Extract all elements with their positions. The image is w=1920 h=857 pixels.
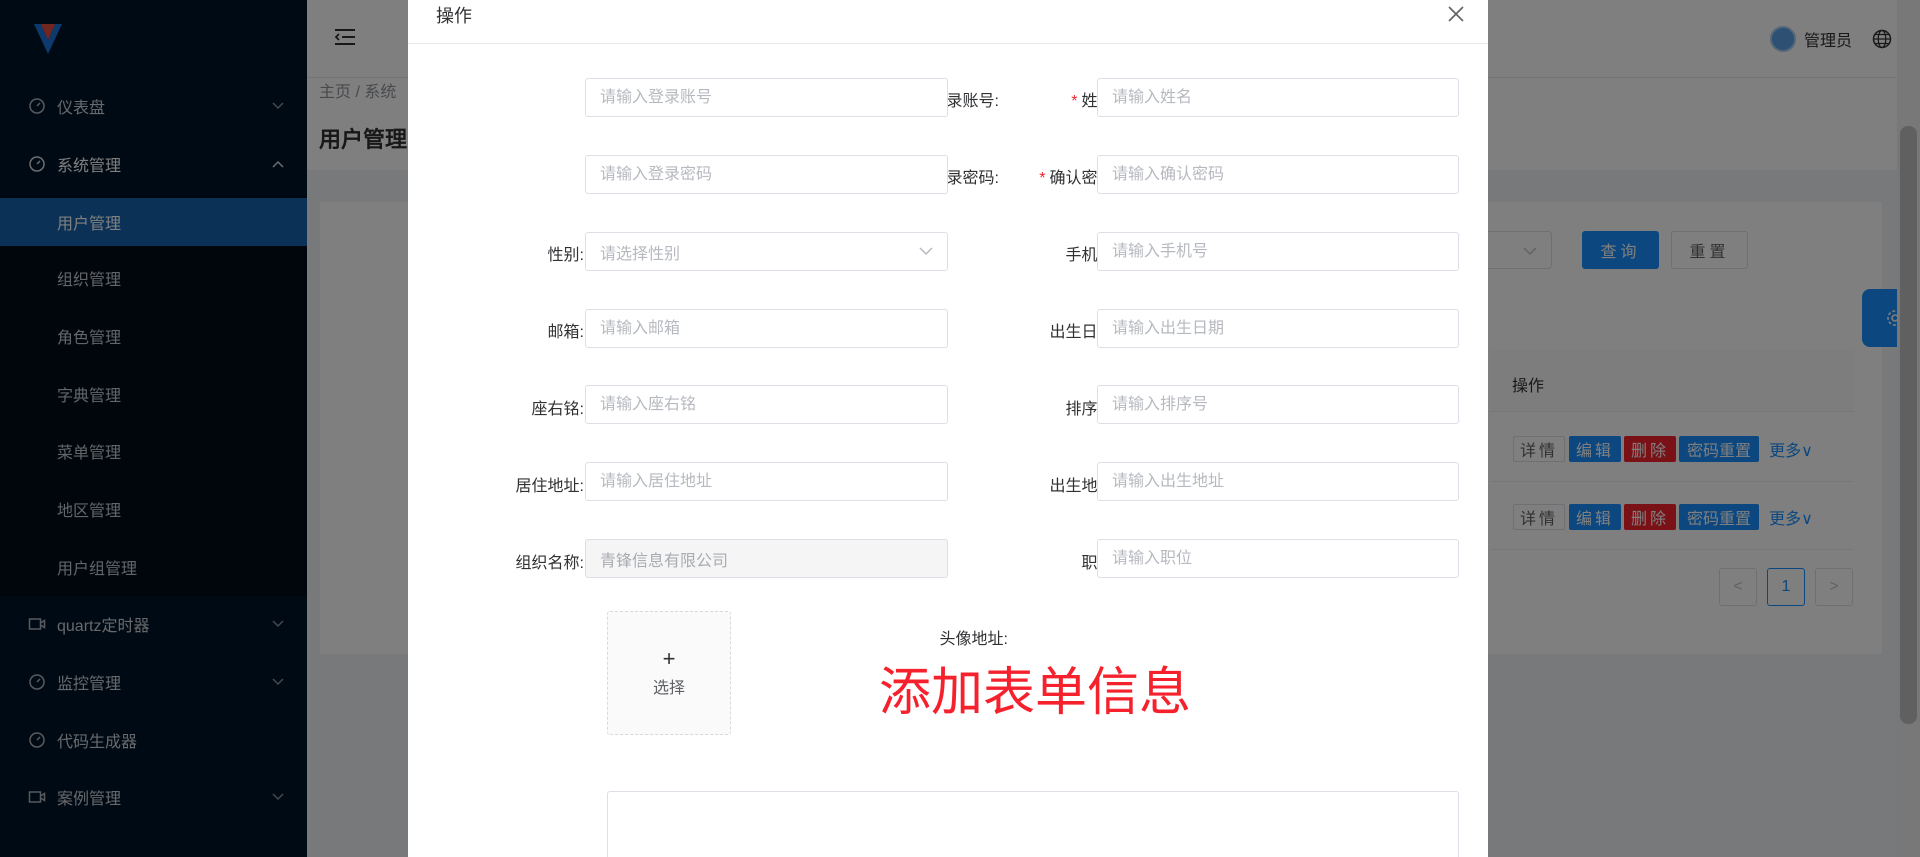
avatar-label: 头像地址: xyxy=(939,631,1008,648)
org-name-input xyxy=(585,539,948,578)
name-input[interactable] xyxy=(1097,78,1459,117)
chevron-down-icon xyxy=(919,247,933,256)
user-form-modal: 操作 *登录账号: *姓名: *登录密码: *确认密码: 性别: 请选择性别 手… xyxy=(408,0,1488,857)
address-input[interactable] xyxy=(585,462,948,501)
confirm-password-input[interactable] xyxy=(1097,155,1459,194)
email-label: 邮箱: xyxy=(547,324,584,341)
motto-label: 座右铭: xyxy=(531,401,584,418)
annotation-text: 添加表单信息 xyxy=(879,664,1192,722)
motto-input[interactable] xyxy=(585,385,948,424)
gender-label: 性别: xyxy=(547,247,584,264)
avatar-upload-button[interactable]: + 选择 xyxy=(607,611,731,735)
address-label: 居住地址: xyxy=(515,478,584,495)
modal-header: 操作 xyxy=(408,0,1488,44)
position-input[interactable] xyxy=(1097,539,1459,578)
plus-icon: + xyxy=(662,646,676,671)
birthday-input[interactable] xyxy=(1097,309,1459,348)
gender-select[interactable]: 请选择性别 xyxy=(585,232,948,271)
phone-input[interactable] xyxy=(1097,232,1459,271)
modal-title: 操作 xyxy=(436,6,472,26)
sort-input[interactable] xyxy=(1097,385,1459,424)
login-account-input[interactable] xyxy=(585,78,948,117)
close-icon[interactable] xyxy=(1446,4,1466,24)
email-input[interactable] xyxy=(585,309,948,348)
org-name-label: 组织名称: xyxy=(515,555,584,572)
remark-textarea[interactable] xyxy=(607,791,1459,857)
password-input[interactable] xyxy=(585,155,948,194)
upload-label: 选择 xyxy=(652,680,685,697)
gender-select-placeholder: 请选择性别 xyxy=(600,245,681,263)
birthplace-input[interactable] xyxy=(1097,462,1459,501)
